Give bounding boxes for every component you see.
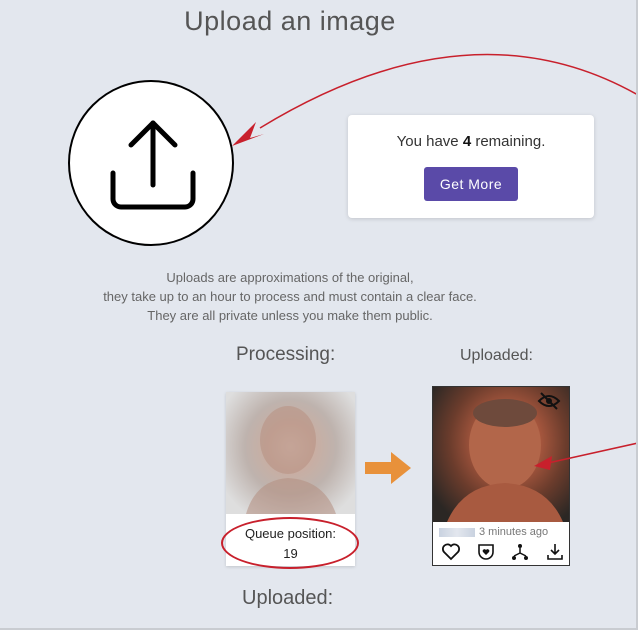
remaining-count: 4 <box>462 133 472 150</box>
face-placeholder <box>246 406 336 514</box>
processing-thumbnail <box>226 392 355 514</box>
share-network-icon[interactable] <box>510 543 530 561</box>
eye-off-icon[interactable] <box>537 391 561 411</box>
upload-page: Upload an image You have 4 remaining. Ge… <box>0 0 638 630</box>
blurred-username <box>439 527 475 537</box>
uploaded-card[interactable]: 3 minutes ago <box>432 386 570 566</box>
remaining-suffix: remaining. <box>471 133 546 150</box>
badge-heart-icon[interactable] <box>476 543 496 561</box>
arrow-right-icon <box>365 452 411 484</box>
time-ago: 3 minutes ago <box>479 526 549 538</box>
remaining-prefix: You have <box>396 133 463 150</box>
page-title: Upload an image <box>184 6 396 36</box>
upload-button[interactable] <box>68 80 234 246</box>
download-icon[interactable] <box>545 543 565 561</box>
action-icons <box>441 543 565 561</box>
remaining-card: You have 4 remaining. Get More <box>348 115 594 218</box>
info-line: Uploads are approximations of the origin… <box>166 270 414 285</box>
info-line: they take up to an hour to process and m… <box>103 289 477 304</box>
info-line: They are all private unless you make the… <box>147 308 433 323</box>
heart-icon[interactable] <box>441 543 461 561</box>
annotation-oval <box>221 517 359 569</box>
upload-meta: 3 minutes ago <box>439 526 548 538</box>
upload-icon <box>110 120 196 210</box>
upload-info: Uploads are approximations of the origin… <box>0 268 580 325</box>
remaining-text: You have 4 remaining. <box>348 133 594 150</box>
processing-heading: Processing: <box>236 344 336 365</box>
get-more-button[interactable]: Get More <box>424 167 518 201</box>
uploaded-section-heading: Uploaded: <box>242 587 334 609</box>
uploaded-thumbnail[interactable] <box>433 387 569 522</box>
uploaded-heading: Uploaded: <box>460 347 533 364</box>
